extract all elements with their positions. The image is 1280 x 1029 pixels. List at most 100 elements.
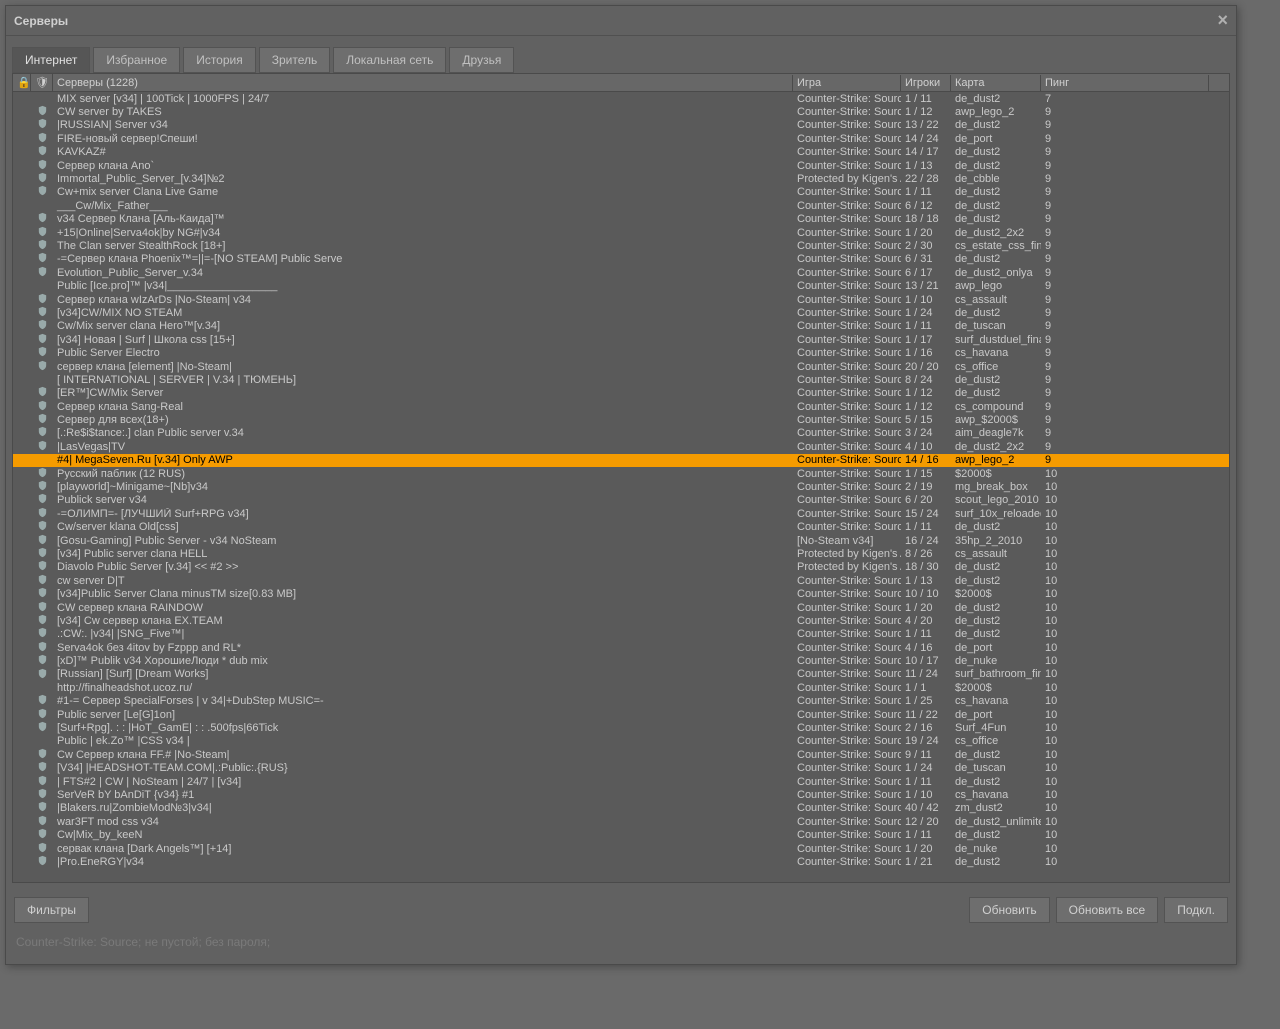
tab-5[interactable]: Друзья	[449, 47, 514, 73]
server-row[interactable]: Сервер клана wIzArDs |No-Steam| v34Count…	[13, 293, 1229, 306]
server-row[interactable]: [Surf+Rpg]. : : |HoT_GamE| : : .500fps|6…	[13, 721, 1229, 734]
server-row[interactable]: v34 Сервер Клана [Аль-Каида]™Counter-Str…	[13, 213, 1229, 226]
shield-icon	[36, 855, 48, 867]
server-row[interactable]: [Gosu-Gaming] Public Server - v34 NoStea…	[13, 534, 1229, 547]
server-row[interactable]: [v34]CW/MIX NO STEAMCounter-Strike: Sour…	[13, 306, 1229, 319]
tab-4[interactable]: Локальная сеть	[333, 47, 446, 73]
server-row[interactable]: Evolution_Public_Server_v.34Counter-Stri…	[13, 266, 1229, 279]
server-row[interactable]: -=Сервер клана Phoenix™=||=-[NO STEAM] P…	[13, 253, 1229, 266]
connect-button[interactable]: Подкл.	[1164, 897, 1228, 923]
server-row[interactable]: [v34]Public Server Clana minusTM size[0.…	[13, 587, 1229, 600]
server-row[interactable]: сервак клана [Dark Angels™] [+14]Counter…	[13, 842, 1229, 855]
server-row[interactable]: Serva4ok без 4itov by Fzppp and RL*Count…	[13, 641, 1229, 654]
shield-icon	[36, 346, 48, 358]
players-cell: 1 / 17	[901, 334, 951, 346]
server-row[interactable]: |Pro.EneRGY|v34Counter-Strike: Source1 /…	[13, 855, 1229, 868]
server-row[interactable]: #1-= Сервер SpecialForses | v 34|+DubSte…	[13, 695, 1229, 708]
server-row[interactable]: #4| MegaSeven.Ru [v.34] Only AWPCounter-…	[13, 454, 1229, 467]
map-cell: de_dust2	[951, 200, 1041, 212]
server-row[interactable]: CW server by TAKESCounter-Strike: Source…	[13, 105, 1229, 118]
server-row[interactable]: war3FT mod css v34Counter-Strike: Source…	[13, 815, 1229, 828]
col-lock[interactable]: 🔒	[13, 74, 31, 91]
shield-icon	[36, 668, 48, 680]
server-row[interactable]: Русский паблик (12 RUS)Counter-Strike: S…	[13, 467, 1229, 480]
server-row[interactable]: | FTS#2 | CW | NoSteam | 24/7 | [v34]Cou…	[13, 775, 1229, 788]
server-row[interactable]: Diavolo Public Server [v.34] << #2 >>Pro…	[13, 561, 1229, 574]
server-row[interactable]: http://finalheadshot.ucoz.ru/Counter-Str…	[13, 681, 1229, 694]
ping-cell: 10	[1041, 762, 1209, 774]
server-row[interactable]: CW сервер клана RAINDOWCounter-Strike: S…	[13, 601, 1229, 614]
game-cell: Protected by Kigen's A..	[793, 548, 901, 560]
server-row[interactable]: сервер клана [element] |No-Steam|Counter…	[13, 360, 1229, 373]
tab-1[interactable]: Избранное	[93, 47, 180, 73]
server-row[interactable]: KAVKAZ#Counter-Strike: Source14 / 17de_d…	[13, 146, 1229, 159]
filters-button[interactable]: Фильтры	[14, 897, 89, 923]
server-row[interactable]: Сервер для всех(18+)Counter-Strike: Sour…	[13, 413, 1229, 426]
server-row[interactable]: [playworld]~Minigame~[Nb]v34Counter-Stri…	[13, 480, 1229, 493]
server-row[interactable]: Cw Сервер клана FF.# |No-Steam|Counter-S…	[13, 748, 1229, 761]
tab-0[interactable]: Интернет	[12, 47, 90, 73]
name-cell: [Gosu-Gaming] Public Server - v34 NoStea…	[53, 535, 793, 547]
players-cell: 4 / 20	[901, 615, 951, 627]
server-row[interactable]: Public server [Le[G]1on]Counter-Strike: …	[13, 708, 1229, 721]
server-row[interactable]: +15|Online|Serva4ok|by NG#|v34Counter-St…	[13, 226, 1229, 239]
server-row[interactable]: Public | ek.Zo™ |CSS v34 |Counter-Strike…	[13, 735, 1229, 748]
col-game[interactable]: Игра	[793, 75, 901, 91]
server-row[interactable]: [v34] Public server clana HELLProtected …	[13, 547, 1229, 560]
server-row[interactable]: [v34] Новая | Surf | Школа css [15+]Coun…	[13, 333, 1229, 346]
server-row[interactable]: Cw/Mix server clana Hero™[v.34]Counter-S…	[13, 320, 1229, 333]
name-cell: |RUSSIAN| Server v34	[53, 119, 793, 131]
server-row[interactable]: |RUSSIAN| Server v34Counter-Strike: Sour…	[13, 119, 1229, 132]
server-row[interactable]: Public [Ice.pro]™ |v34|_________________…	[13, 279, 1229, 292]
ping-cell: 9	[1041, 280, 1209, 292]
game-cell: Counter-Strike: Source	[793, 106, 901, 118]
server-row[interactable]: [V34] |HEADSHOT-TEAM.COM|.:Public:.{RUS}…	[13, 762, 1229, 775]
col-map[interactable]: Карта	[951, 75, 1041, 91]
server-row[interactable]: SerVeR bY bAnDiT {v34} #1Counter-Strike:…	[13, 788, 1229, 801]
close-icon[interactable]: ×	[1217, 10, 1228, 31]
server-row[interactable]: -=ОЛИМП=- [ЛУЧШИЙ Surf+RPG v34]Counter-S…	[13, 507, 1229, 520]
players-cell: 6 / 31	[901, 253, 951, 265]
col-vac[interactable]: 🛡	[31, 74, 53, 91]
vac-cell	[31, 159, 53, 173]
refresh-button[interactable]: Обновить	[969, 897, 1049, 923]
refresh-all-button[interactable]: Обновить все	[1056, 897, 1159, 923]
server-row[interactable]: Сервер клана Sang-RealCounter-Strike: So…	[13, 400, 1229, 413]
vac-cell	[31, 668, 53, 682]
server-row[interactable]: MIX server [v34] | 100Tick | 1000FPS | 2…	[13, 92, 1229, 105]
server-row[interactable]: |Blakers.ru|ZombieMod№3|v34|Counter-Stri…	[13, 802, 1229, 815]
tab-2[interactable]: История	[183, 47, 256, 73]
server-row[interactable]: [.:Re$i$tance:.] clan Public server v.34…	[13, 427, 1229, 440]
server-row[interactable]: [ER™]CW/Mix ServerCounter-Strike: Source…	[13, 387, 1229, 400]
col-ping[interactable]: Пинг	[1041, 75, 1209, 91]
server-row[interactable]: [ INTERNATIONAL | SERVER | V.34 | ТЮМЕНЬ…	[13, 373, 1229, 386]
server-row[interactable]: Сервер клана Ano`Counter-Strike: Source1…	[13, 159, 1229, 172]
server-row[interactable]: [xD]™ Publik v34 ХорошиеЛюди * dub mixCo…	[13, 654, 1229, 667]
players-cell: 1 / 21	[901, 856, 951, 868]
server-row[interactable]: Public Server ElectroCounter-Strike: Sou…	[13, 346, 1229, 359]
name-cell: [xD]™ Publik v34 ХорошиеЛюди * dub mix	[53, 655, 793, 667]
vac-cell	[31, 520, 53, 534]
col-players[interactable]: Игроки	[901, 75, 951, 91]
server-row[interactable]: cw server D|TCounter-Strike: Source1 / 1…	[13, 574, 1229, 587]
players-cell: 16 / 24	[901, 535, 951, 547]
server-row[interactable]: [v34] Cw сервер клана EX.TEAMCounter-Str…	[13, 614, 1229, 627]
game-cell: Counter-Strike: Source	[793, 253, 901, 265]
server-row[interactable]: FIRE-новый сервер!Спеши!Counter-Strike: …	[13, 132, 1229, 145]
server-row[interactable]: Cw/server klana Old[css]Counter-Strike: …	[13, 521, 1229, 534]
server-row[interactable]: Immortal_Public_Server_[v.34]№2Protected…	[13, 172, 1229, 185]
game-cell: Counter-Strike: Source	[793, 441, 901, 453]
server-row[interactable]: .:CW:. |v34| |SNG_Five™|Counter-Strike: …	[13, 628, 1229, 641]
tab-3[interactable]: Зритель	[259, 47, 331, 73]
server-rows[interactable]: MIX server [v34] | 100Tick | 1000FPS | 2…	[13, 92, 1229, 882]
server-row[interactable]: The Clan server StealthRock [18+]Counter…	[13, 239, 1229, 252]
col-servers[interactable]: Серверы (1228)	[53, 75, 793, 91]
server-row[interactable]: [Russian] [Surf] [Dream Works]Counter-St…	[13, 668, 1229, 681]
server-row[interactable]: Publick server v34Counter-Strike: Source…	[13, 494, 1229, 507]
server-row[interactable]: Cw|Mix_by_keeNCounter-Strike: Source1 / …	[13, 828, 1229, 841]
shield-icon	[36, 145, 48, 157]
server-row[interactable]: ___Cw/Mix_Father___Counter-Strike: Sourc…	[13, 199, 1229, 212]
server-row[interactable]: Cw+mix server Clana Live GameCounter-Str…	[13, 186, 1229, 199]
name-cell: [.:Re$i$tance:.] clan Public server v.34	[53, 427, 793, 439]
server-row[interactable]: |LasVegas|TVCounter-Strike: Source4 / 10…	[13, 440, 1229, 453]
